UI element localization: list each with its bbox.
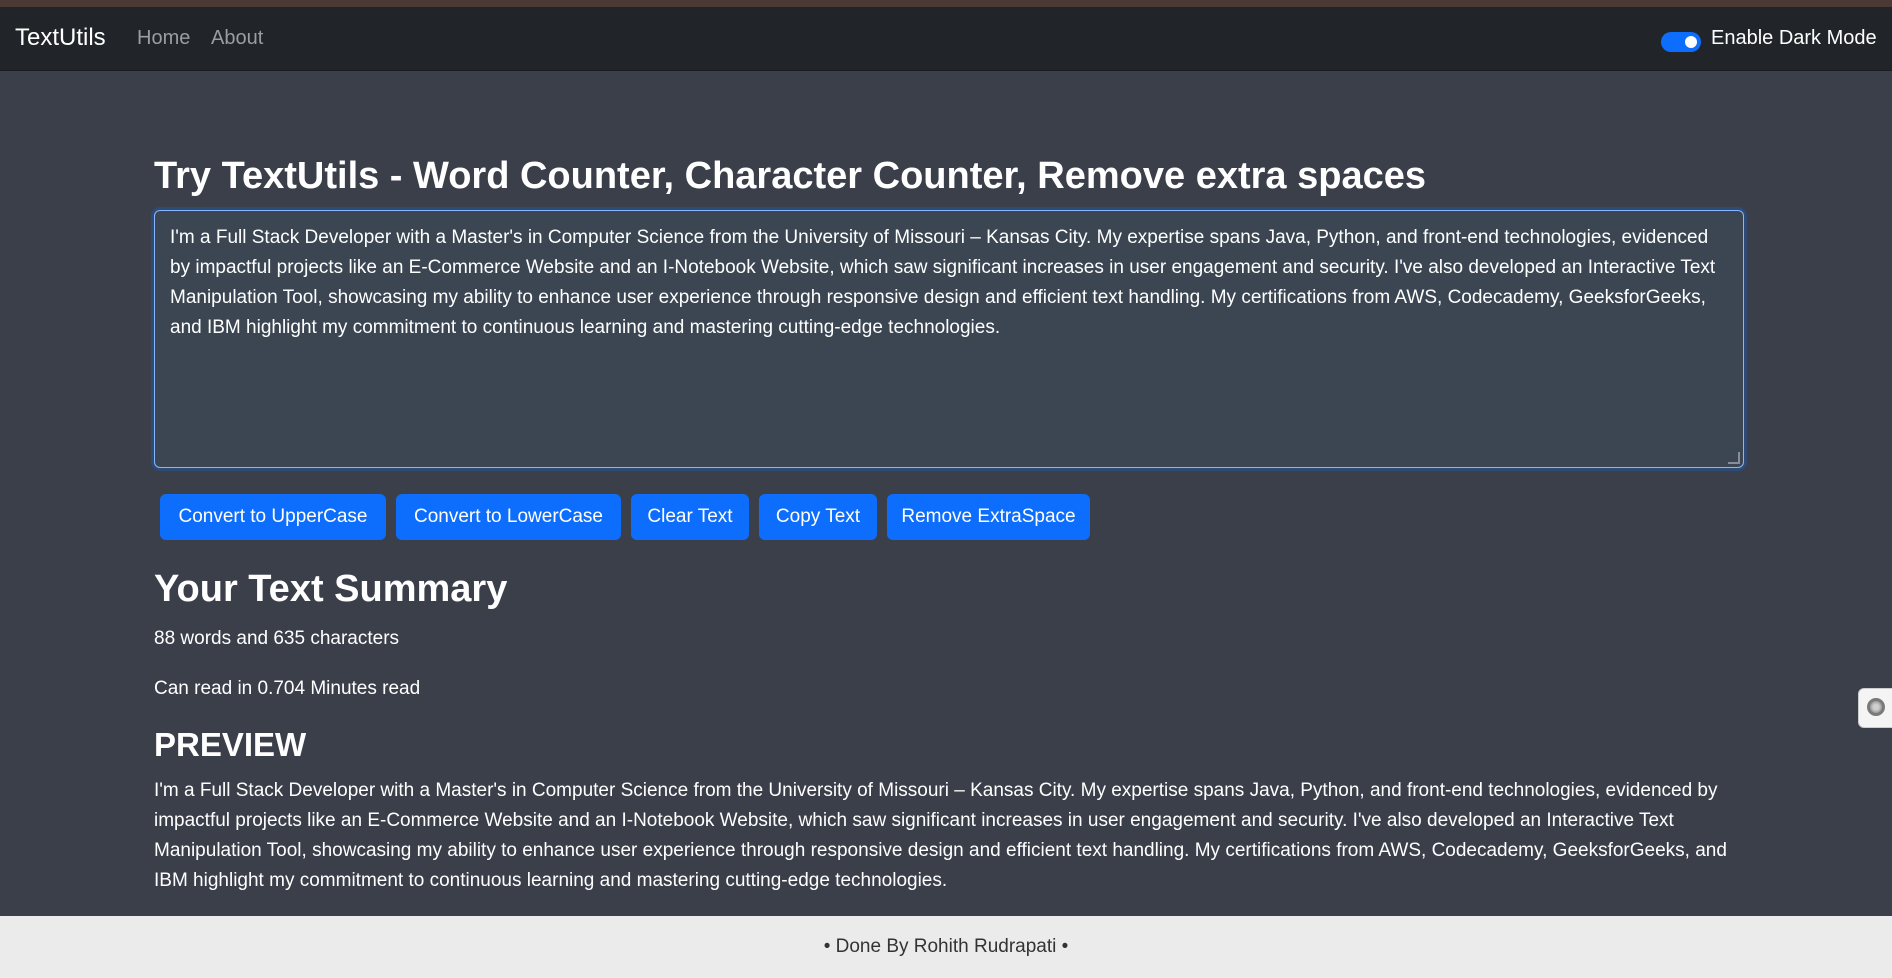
preview-text: I'm a Full Stack Developer with a Master… [154,780,1727,891]
side-widget-button[interactable] [1858,688,1892,728]
copy-text-button[interactable]: Copy Text [759,494,877,540]
read-time: Can read in 0.704 Minutes read [154,678,421,699]
resize-handle-icon[interactable] [1728,452,1740,464]
browser-top-strip [0,0,1892,7]
nav-link-about[interactable]: About [211,27,263,50]
dark-mode-label[interactable]: Enable Dark Mode [1711,27,1877,50]
preview-title: PREVIEW [154,726,307,763]
word-char-count: 88 words and 635 characters [154,628,400,649]
assistant-icon [1867,698,1885,716]
nav-link-home[interactable]: Home [137,27,190,50]
clear-text-button[interactable]: Clear Text [631,494,749,540]
text-input-area[interactable]: I'm a Full Stack Developer with a Master… [154,210,1744,468]
toggle-knob [1685,36,1697,48]
dark-mode-toggle[interactable] [1661,32,1701,52]
footer-credit: • Done By Rohith Rudrapati • [823,936,1069,957]
convert-uppercase-button[interactable]: Convert to UpperCase [160,494,386,540]
navbar: TextUtils Home About Enable Dark Mode [0,7,1892,71]
footer: • Done By Rohith Rudrapati • [0,916,1892,978]
page-title: Try TextUtils - Word Counter, Character … [154,155,1426,197]
text-input-value: I'm a Full Stack Developer with a Master… [170,227,1716,338]
navbar-brand[interactable]: TextUtils [15,24,106,52]
remove-extra-space-button[interactable]: Remove ExtraSpace [887,494,1090,540]
summary-title: Your Text Summary [154,568,508,610]
convert-lowercase-button[interactable]: Convert to LowerCase [396,494,621,540]
